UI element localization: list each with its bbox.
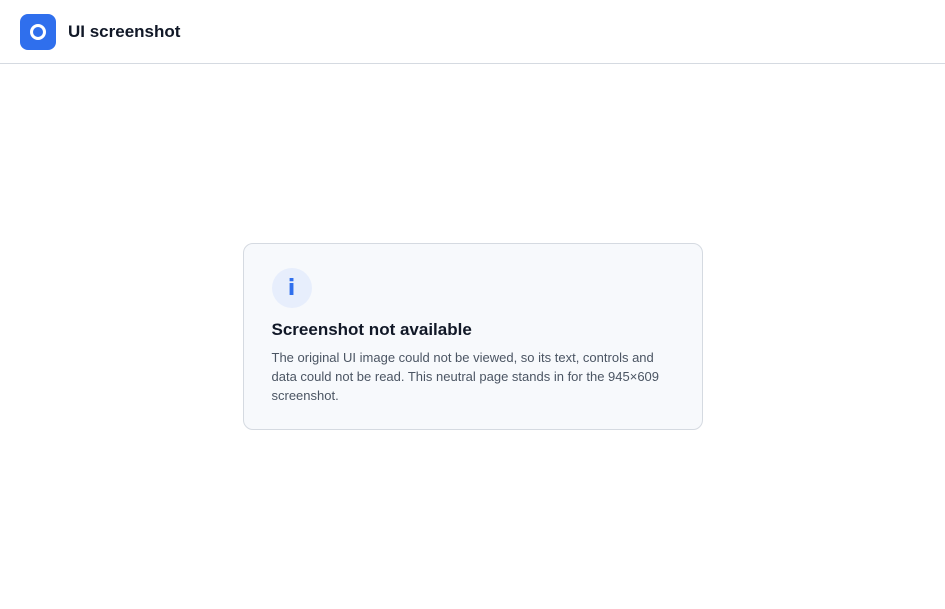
info-icon: i	[271, 268, 312, 308]
main-area: i Screenshot not available The original …	[0, 64, 945, 609]
notice-panel: i Screenshot not available The original …	[242, 243, 703, 430]
notice-message: The original UI image could not be viewe…	[271, 350, 660, 403]
app-logo-icon	[20, 13, 56, 50]
notice-title: Screenshot not available	[271, 320, 472, 339]
app-header: UI screenshot	[0, 0, 945, 64]
logo-mark	[30, 23, 46, 40]
app-title: UI screenshot	[68, 21, 181, 41]
